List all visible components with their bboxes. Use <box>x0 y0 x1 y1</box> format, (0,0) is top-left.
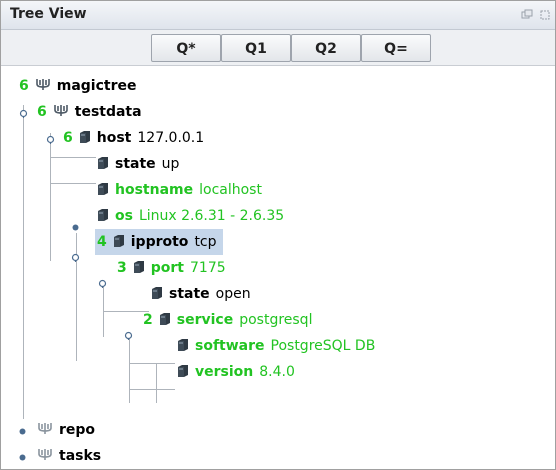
node-value: 127.0.0.1 <box>137 130 205 146</box>
panel-title: Tree View <box>10 6 87 22</box>
node-value: 8.4.0 <box>259 364 295 380</box>
node-count: 3 <box>117 260 127 276</box>
node-name: tasks <box>59 448 102 464</box>
node-name: port <box>150 260 184 276</box>
query-toolbar: Q* Q1 Q2 Q= <box>1 30 555 66</box>
tree-line <box>50 157 96 158</box>
tree-node-port[interactable]: 3 port 7175 <box>117 255 226 281</box>
node-name: state <box>115 156 156 172</box>
tree-line <box>156 363 157 403</box>
query-2-button[interactable]: Q2 <box>291 34 361 62</box>
node-name: version <box>195 364 254 380</box>
collapsed-handle-icon[interactable] <box>71 223 80 232</box>
node-icon <box>79 131 90 143</box>
node-icon <box>178 365 188 377</box>
node-icon <box>152 287 162 299</box>
tree: 6 magictree 6 testdata 6 host 127.0.0.1 stat… <box>1 67 555 469</box>
node-value: localhost <box>199 182 262 198</box>
node-count: 2 <box>143 312 153 328</box>
tree-node-tasks[interactable]: tasks <box>37 443 107 469</box>
expand-handle-icon[interactable] <box>46 135 55 144</box>
node-value: tcp <box>194 234 217 250</box>
node-name: host <box>96 130 132 146</box>
node-icon <box>98 157 108 169</box>
fork-icon <box>38 423 52 434</box>
fork-icon <box>35 79 50 90</box>
expand-handle-icon[interactable] <box>19 109 28 118</box>
node-value: open <box>215 286 251 302</box>
fork-icon <box>38 449 52 460</box>
node-value: 7175 <box>190 260 226 276</box>
node-count: 6 <box>63 130 73 146</box>
node-count: 6 <box>37 104 47 120</box>
tree-line <box>50 183 96 184</box>
tree-node-repo[interactable]: repo <box>37 417 101 443</box>
tree-node-software[interactable]: software PostgreSQL DB <box>177 333 375 359</box>
tree-view-panel: Tree View Q* Q1 Q2 Q= 6 magictree 6 test… <box>0 0 556 470</box>
node-name: os <box>115 208 133 224</box>
node-name: testdata <box>74 104 142 120</box>
collapsed-handle-icon[interactable] <box>18 427 27 436</box>
node-icon <box>178 339 188 351</box>
tree-node-testdata[interactable]: 6 testdata <box>37 99 148 125</box>
node-name: service <box>176 312 234 328</box>
restore-icon[interactable] <box>539 9 551 21</box>
tree-line <box>129 363 175 364</box>
node-name: software <box>195 338 265 354</box>
node-icon <box>159 313 170 325</box>
node-name: magictree <box>56 78 137 94</box>
fork-icon <box>53 105 68 116</box>
node-name: ipproto <box>130 234 189 250</box>
node-name: state <box>169 286 210 302</box>
node-icon <box>98 183 108 195</box>
node-value: up <box>161 156 180 172</box>
tree-line <box>23 105 24 419</box>
node-icon <box>98 209 108 221</box>
tree-node-version[interactable]: version 8.4.0 <box>177 359 295 385</box>
node-count: 4 <box>97 234 107 250</box>
collapsed-handle-icon[interactable] <box>18 453 27 462</box>
tree-node-state[interactable]: state up <box>97 151 179 177</box>
tree-node-magictree[interactable]: 6 magictree <box>19 73 143 99</box>
tree-line <box>129 389 175 390</box>
query-eq-button[interactable]: Q= <box>361 34 431 62</box>
node-icon <box>133 261 144 273</box>
panel-titlebar: Tree View <box>1 1 555 30</box>
minimize-icon[interactable] <box>521 9 533 21</box>
query-all-button[interactable]: Q* <box>151 34 221 62</box>
tree-node-ipproto[interactable]: 4 ipproto tcp <box>95 229 223 255</box>
node-name: hostname <box>115 182 194 198</box>
query-1-button[interactable]: Q1 <box>221 34 291 62</box>
node-name: repo <box>59 422 96 438</box>
tree-node-service[interactable]: 2 service postgresql <box>143 307 312 333</box>
tree-node-hostname[interactable]: hostname localhost <box>97 177 262 203</box>
node-icon <box>113 235 124 247</box>
expand-handle-icon[interactable] <box>98 279 107 288</box>
expand-handle-icon[interactable] <box>124 331 133 340</box>
tree-node-state-open[interactable]: state open <box>151 281 251 307</box>
node-value: Linux 2.6.31 - 2.6.35 <box>138 208 285 224</box>
tree-node-os[interactable]: os Linux 2.6.31 - 2.6.35 <box>97 203 284 229</box>
expand-handle-icon[interactable] <box>71 253 80 262</box>
node-count: 6 <box>19 78 29 94</box>
tree-line <box>129 337 130 403</box>
tree-line <box>50 133 51 261</box>
node-value: PostgreSQL DB <box>270 338 376 354</box>
tree-node-host[interactable]: 6 host 127.0.0.1 <box>63 125 204 151</box>
node-value: postgresql <box>239 312 313 328</box>
